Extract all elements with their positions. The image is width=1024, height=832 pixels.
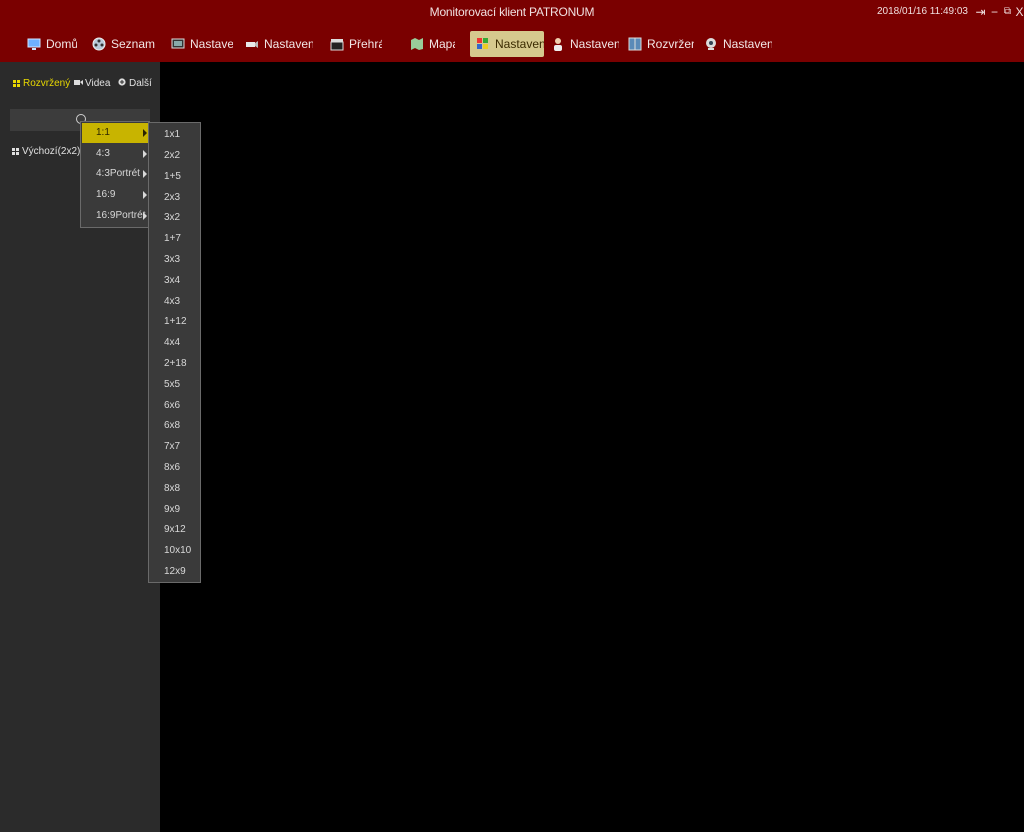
- grid-icon: [12, 147, 19, 155]
- grid-option[interactable]: 2x3: [149, 188, 200, 208]
- toolbar-item-label: Nastavení r: [495, 37, 544, 51]
- tab-label: Další: [129, 77, 152, 89]
- grid-option[interactable]: 1x1: [149, 125, 200, 145]
- menu-item-label: 16:9: [96, 189, 116, 200]
- map-icon: [410, 37, 424, 51]
- grid-option[interactable]: 6x6: [149, 396, 200, 416]
- grid-option[interactable]: 9x12: [149, 520, 200, 540]
- app-title: Monitorovací klient PATRONUM: [429, 5, 595, 19]
- main-toolbar: Domů Seznam zál Nastavení Nastavení k Př…: [0, 24, 1024, 62]
- toolbar-item-camera-settings[interactable]: Nastavení k: [245, 31, 313, 57]
- toolbar-item-layout-settings[interactable]: Nastavení r: [470, 31, 544, 57]
- grid-option[interactable]: 8x8: [149, 479, 200, 499]
- clapper-icon: [330, 37, 344, 51]
- grid-option[interactable]: 1+7: [149, 229, 200, 249]
- grid-option[interactable]: 3x3: [149, 250, 200, 270]
- datetime: 2018/01/16 11:49:03: [876, 6, 968, 17]
- tab-label: Videa: [85, 77, 111, 89]
- video-icon: [74, 78, 83, 89]
- video-display-area[interactable]: [160, 62, 1024, 832]
- webcam-icon: [704, 37, 718, 51]
- submenu-arrow-icon: [143, 212, 147, 220]
- toolbar-item-label: Přehrát: [349, 37, 382, 51]
- layout-icon: [628, 37, 642, 51]
- toolbar-item-label: Mapa: [429, 37, 455, 51]
- toolbar-item-recordings[interactable]: Seznam zál: [92, 31, 158, 57]
- submenu-arrow-icon: [143, 191, 147, 199]
- layout-item-default[interactable]: Výchozí(2x2): [12, 144, 80, 158]
- toolbar-item-label: Nastavení k: [264, 37, 313, 51]
- toolbar-item-label: Seznam zál: [111, 37, 158, 51]
- submenu-arrow-icon: [143, 170, 147, 178]
- grid-option[interactable]: 7x7: [149, 437, 200, 457]
- toolbar-item-map[interactable]: Mapa: [410, 31, 455, 57]
- menu-item-16-9[interactable]: 16:9: [82, 185, 149, 205]
- grid-option[interactable]: 1+5: [149, 167, 200, 187]
- tab-label: Rozvržený: [23, 77, 71, 89]
- grid-option[interactable]: 10x10: [149, 541, 200, 561]
- grid-option[interactable]: 5x5: [149, 375, 200, 395]
- tab-videos[interactable]: Videa: [74, 76, 110, 90]
- menu-item-label: 4:3: [96, 148, 110, 159]
- plus-circle-icon: [118, 77, 126, 89]
- grid-option[interactable]: 3x2: [149, 208, 200, 228]
- toolbar-item-playback[interactable]: Přehrát: [330, 31, 382, 57]
- close-button[interactable]: X: [1013, 0, 1024, 24]
- logout-icon[interactable]: ⇥: [974, 0, 987, 24]
- film-reel-icon: [92, 37, 106, 51]
- monitor-icon: [27, 37, 41, 51]
- toolbar-item-label: Nastavení u: [570, 37, 619, 51]
- grid-icon: [13, 79, 20, 87]
- user-icon: [551, 37, 565, 51]
- tab-more[interactable]: Další: [118, 76, 152, 90]
- toolbar-item-label: Domů: [46, 37, 77, 51]
- menu-item-label: 1:1: [96, 127, 110, 138]
- grid-option[interactable]: 2+18: [149, 354, 200, 374]
- toolbar-item-label: Nastavení z: [723, 37, 772, 51]
- tab-layouts[interactable]: Rozvržený: [13, 76, 70, 90]
- windows-grid-icon: [476, 37, 490, 51]
- submenu-arrow-icon: [143, 150, 147, 158]
- menu-item-4-3-portrait[interactable]: 4:3Portrét: [82, 164, 149, 184]
- grid-option[interactable]: 1+12: [149, 312, 200, 332]
- toolbar-item-label: Nastavení: [190, 37, 233, 51]
- grid-layout-submenu: 1x1 2x2 1+5 2x3 3x2 1+7 3x3 3x4 4x3 1+12…: [148, 122, 201, 583]
- grid-option[interactable]: 9x9: [149, 500, 200, 520]
- camera-icon: [245, 37, 259, 51]
- toolbar-item-user-settings[interactable]: Nastavení u: [551, 31, 619, 57]
- minimize-button[interactable]: −: [988, 0, 1001, 24]
- menu-item-4-3[interactable]: 4:3: [82, 144, 149, 164]
- menu-item-label: 4:3Portrét: [96, 168, 140, 179]
- menu-item-16-9-portrait[interactable]: 16:9Portrét: [82, 206, 149, 226]
- grid-option[interactable]: 3x4: [149, 271, 200, 291]
- grid-option[interactable]: 2x2: [149, 146, 200, 166]
- layout-item-label: Výchozí(2x2): [22, 145, 81, 157]
- aspect-ratio-menu: 1:1 4:3 4:3Portrét 16:9 16:9Portrét: [80, 121, 150, 228]
- grid-option[interactable]: 8x6: [149, 458, 200, 478]
- toolbar-item-label: Rozvržení(2: [647, 37, 694, 51]
- grid-option[interactable]: 4x3: [149, 292, 200, 312]
- submenu-arrow-icon: [143, 129, 147, 137]
- settings-monitor-icon: [171, 37, 185, 51]
- grid-option[interactable]: 12x9: [149, 562, 200, 582]
- toolbar-item-settings[interactable]: Nastavení: [171, 31, 233, 57]
- grid-option[interactable]: 6x8: [149, 416, 200, 436]
- menu-item-label: 16:9Portrét: [96, 210, 146, 221]
- toolbar-item-layout-2[interactable]: Rozvržení(2: [628, 31, 694, 57]
- menu-item-1-1[interactable]: 1:1: [82, 123, 149, 143]
- toolbar-item-home[interactable]: Domů: [27, 31, 77, 57]
- grid-option[interactable]: 4x4: [149, 333, 200, 353]
- title-bar: Monitorovací klient PATRONUM 2018/01/16 …: [0, 0, 1024, 24]
- toolbar-item-device-settings[interactable]: Nastavení z: [704, 31, 772, 57]
